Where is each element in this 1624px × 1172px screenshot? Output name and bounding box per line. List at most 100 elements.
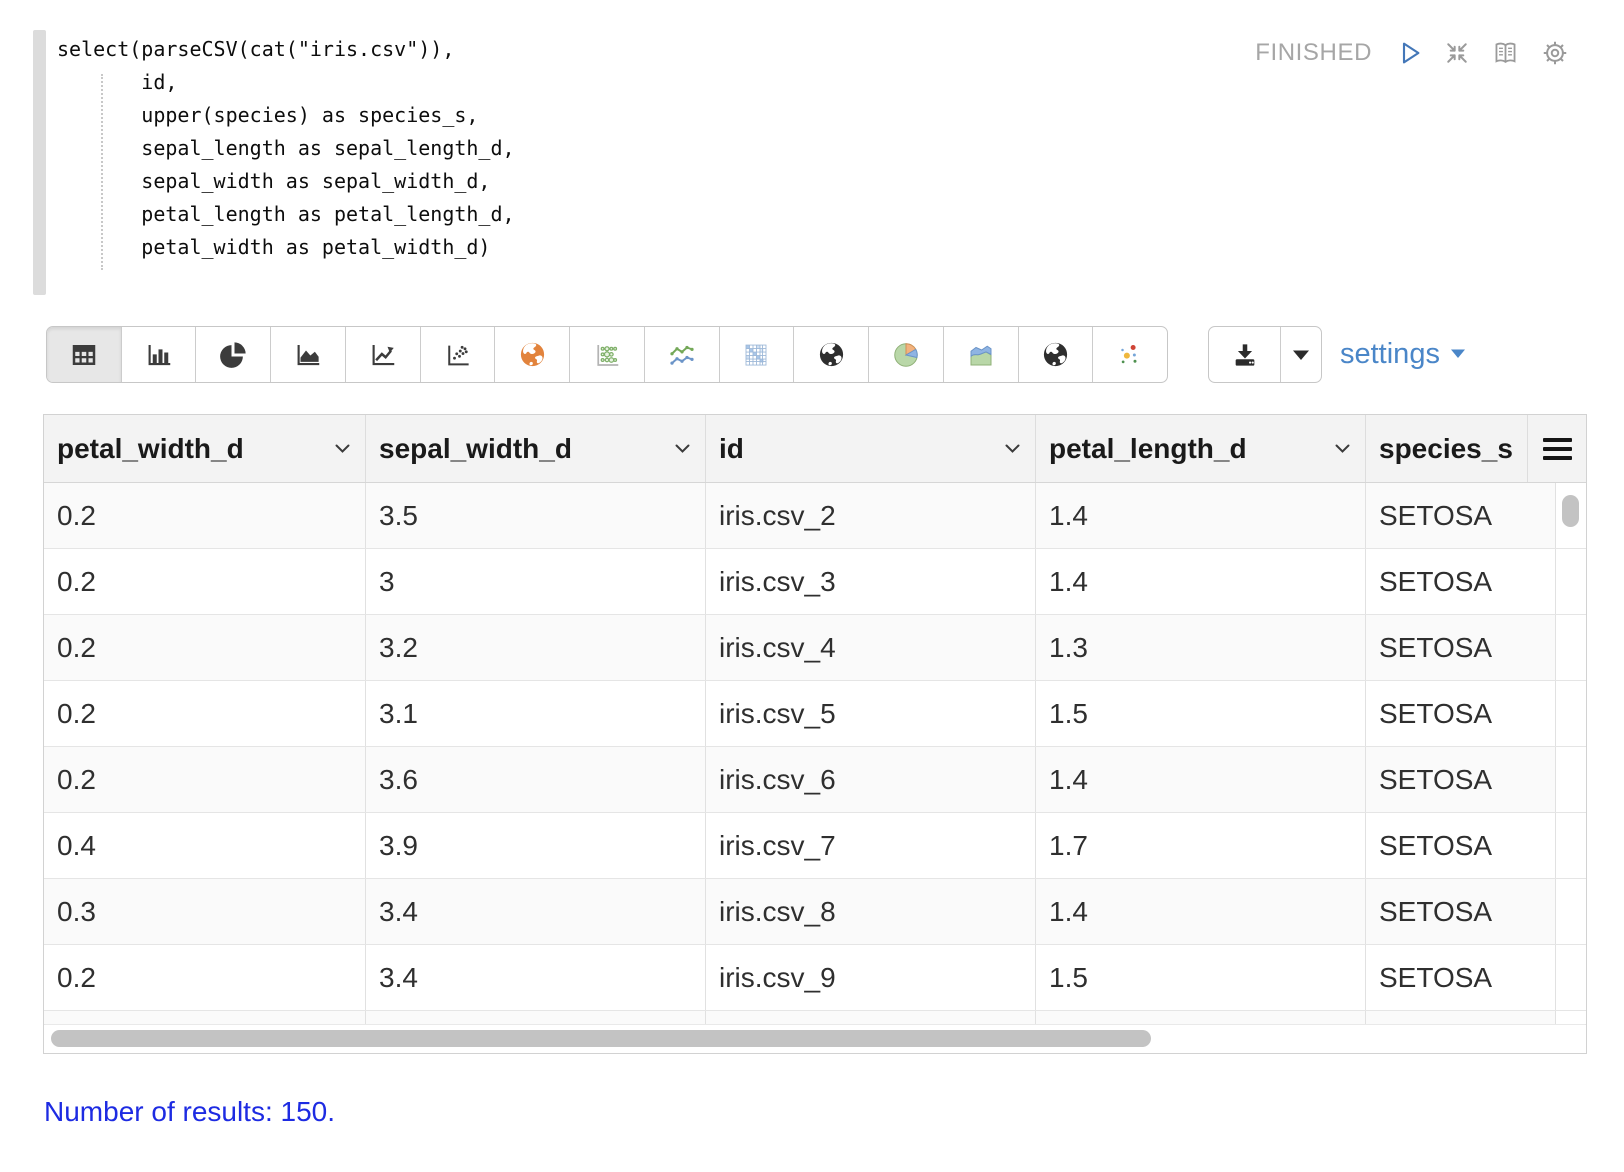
table-row: 0.43.9iris.csv_71.7SETOSA [44, 813, 1586, 879]
bar-chart-icon [144, 340, 174, 370]
column-header-id[interactable]: id [706, 415, 1036, 482]
table-cell: 1.4 [1036, 483, 1366, 548]
stacked-area-icon [966, 340, 996, 370]
scrollbar-gutter [1556, 681, 1586, 746]
table-cell: SETOSA [1366, 945, 1556, 1010]
table-cell: SETOSA [1366, 813, 1556, 878]
table-cell: 0.2 [44, 615, 366, 680]
table-cell: iris.csv_9 [706, 945, 1036, 1010]
code-line: petal_width as petal_width_d) [57, 231, 1217, 264]
scatter-chart-button[interactable] [421, 327, 496, 382]
map-chart-button[interactable] [495, 327, 570, 382]
grid-menu-button[interactable] [1528, 415, 1586, 482]
area-chart-button[interactable] [271, 327, 346, 382]
vertical-scrollbar-thumb[interactable] [1562, 495, 1579, 527]
column-header-petal_length_d[interactable]: petal_length_d [1036, 415, 1366, 482]
table-cell: iris.csv_4 [706, 615, 1036, 680]
table-cell: 1.3 [1036, 615, 1366, 680]
code-line: select(parseCSV(cat("iris.csv")), [57, 33, 1217, 66]
paragraph-status: FINISHED [1255, 39, 1372, 67]
collapse-paragraph-button[interactable] [1443, 39, 1471, 67]
table-cell: iris.csv_8 [706, 879, 1036, 944]
table-cell: 0.3 [44, 879, 366, 944]
settings-label: settings [1340, 338, 1440, 371]
settings-button[interactable]: settings [1340, 326, 1466, 383]
column-header-sepal_width_d[interactable]: sepal_width_d [366, 415, 706, 482]
globe-chart-button[interactable] [794, 327, 869, 382]
table-cell: 1.5 [1036, 945, 1366, 1010]
code-line: id, [57, 66, 1217, 99]
download-menu-button[interactable] [1281, 327, 1321, 382]
table-cell: 1.4 [1036, 879, 1366, 944]
column-label: sepal_width_d [379, 433, 572, 465]
show-editor-button[interactable] [1490, 38, 1521, 69]
chevron-down-icon[interactable] [1004, 443, 1021, 454]
menu-icon [1543, 438, 1572, 460]
scrollbar-gutter [1556, 813, 1586, 878]
results-count: Number of results: 150. [44, 1096, 335, 1128]
indent-guide [101, 74, 103, 270]
line-chart-icon [368, 340, 398, 370]
table-cell: SETOSA [1366, 879, 1556, 944]
code-line: sepal_width as sepal_width_d, [57, 165, 1217, 198]
chevron-down-icon[interactable] [334, 443, 351, 454]
book-icon [1490, 38, 1521, 69]
heatmap-chart-button[interactable] [720, 327, 795, 382]
column-label: petal_length_d [1049, 433, 1247, 465]
paragraph-status-bar: FINISHED [1255, 36, 1570, 70]
table-cell: iris.csv_7 [706, 813, 1036, 878]
scrollbar-gutter [1556, 549, 1586, 614]
table-view-button[interactable] [47, 327, 122, 382]
line-chart-button[interactable] [346, 327, 421, 382]
table-cell: iris.csv_3 [706, 549, 1036, 614]
chevron-down-icon[interactable] [1334, 443, 1351, 454]
table-cell: 1.4 [1036, 747, 1366, 812]
stacked-area-chart-button[interactable] [944, 327, 1019, 382]
table-cell: 0.2 [44, 483, 366, 548]
globe-dark-icon [1041, 340, 1070, 369]
table-cell: SETOSA [1366, 549, 1556, 614]
multi-line-chart-button[interactable] [645, 327, 720, 382]
code-line: petal_length as petal_length_d, [57, 198, 1217, 231]
table-cell: iris.csv_6 [706, 747, 1036, 812]
chevron-down-icon[interactable] [674, 443, 691, 454]
column-header-species_s[interactable]: species_s [1366, 415, 1528, 482]
area-chart-icon [293, 340, 323, 370]
bubble-matrix-button[interactable] [570, 327, 645, 382]
results-table: petal_width_d sepal_width_d id petal_length… [43, 414, 1587, 1054]
horizontal-scrollbar-thumb[interactable] [51, 1030, 1151, 1047]
pie-chart-button[interactable] [196, 327, 271, 382]
table-cell: 3.4 [366, 945, 706, 1010]
table-row: 0.33.4iris.csv_81.4SETOSA [44, 879, 1586, 945]
table-cell [706, 1011, 1036, 1025]
bubble-grid-icon [592, 340, 622, 370]
table-cell: 0.2 [44, 747, 366, 812]
pie-color-icon [891, 340, 921, 370]
bar-chart-button[interactable] [122, 327, 197, 382]
caret-down-icon [1291, 348, 1311, 362]
column-header-petal_width_d[interactable]: petal_width_d [44, 415, 366, 482]
code-editor[interactable]: select(parseCSV(cat("iris.csv")), id, up… [57, 33, 1217, 264]
table-row: 0.23.6iris.csv_61.4SETOSA [44, 747, 1586, 813]
code-line: sepal_length as sepal_length_d, [57, 132, 1217, 165]
scatter-color-chart-button[interactable] [1093, 327, 1167, 382]
table-cell: iris.csv_5 [706, 681, 1036, 746]
table-cell: 0.4 [44, 813, 366, 878]
paragraph-settings-button[interactable] [1540, 38, 1570, 68]
table-cell: 0.2 [44, 549, 366, 614]
compress-icon [1443, 39, 1471, 67]
globe-chart-2-button[interactable] [1019, 327, 1094, 382]
run-paragraph-button[interactable] [1394, 38, 1424, 68]
multi-line-chart-icon [667, 340, 697, 370]
table-cell: 3.2 [366, 615, 706, 680]
horizontal-scrollbar[interactable] [45, 1024, 1585, 1052]
pie-color-chart-button[interactable] [869, 327, 944, 382]
table-cell: SETOSA [1366, 681, 1556, 746]
download-icon [1229, 339, 1261, 371]
globe-orange-icon [518, 340, 547, 369]
table-cell [1366, 1011, 1556, 1025]
table-cell [44, 1011, 366, 1025]
chart-type-group [46, 326, 1168, 383]
download-button[interactable] [1209, 327, 1281, 382]
gear-icon [1540, 38, 1570, 68]
